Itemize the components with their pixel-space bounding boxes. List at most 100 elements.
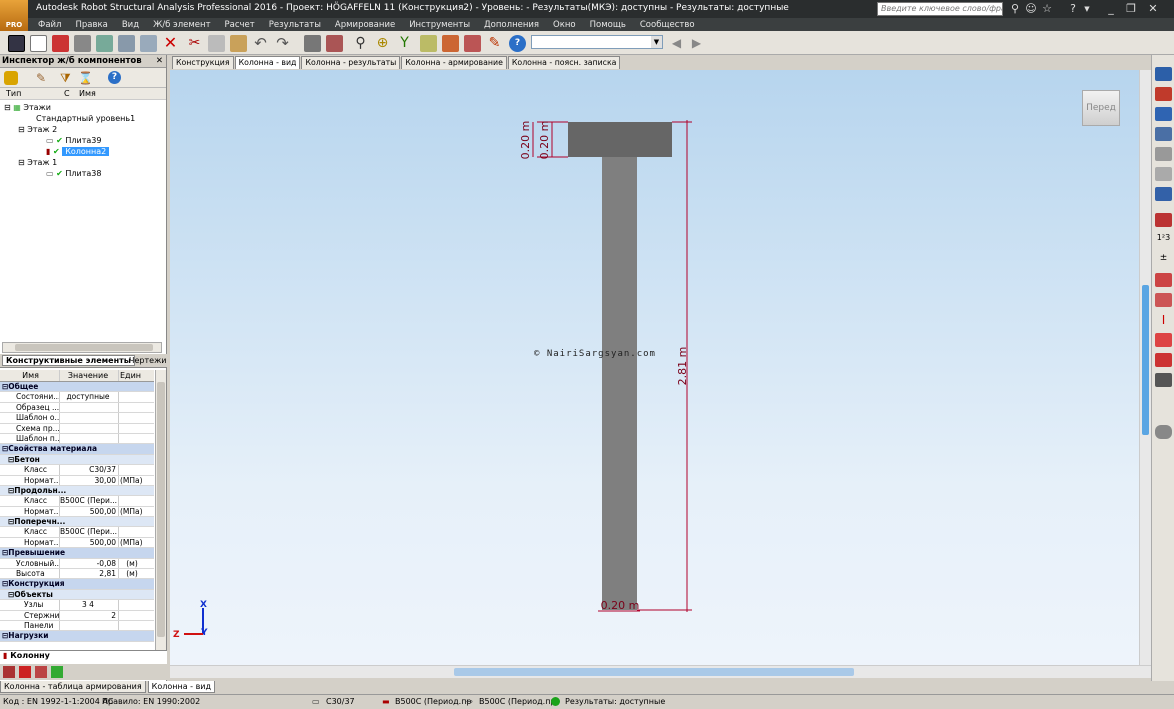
structure-model-icon[interactable] [8,35,25,52]
tab-drawings[interactable]: Чертежи [126,356,169,365]
col-name[interactable]: Имя [0,370,60,381]
filter-icon[interactable]: ⧩ [60,71,74,85]
edit-component-icon[interactable]: ✎ [36,71,50,85]
tab-structure[interactable]: Конструкция [172,56,234,69]
menu-window[interactable]: Окно [553,20,576,30]
rebar-icon[interactable] [1155,213,1172,227]
view-plane-icon[interactable] [1155,107,1172,121]
prop-concrete-norm[interactable]: Нормат... 30,00 (МПа) [0,475,154,486]
display-icon[interactable] [304,35,321,52]
tree-item-floor2[interactable]: ⊟ Этаж 2 [18,124,57,135]
prop-conditional[interactable]: Условный... -0,08 (м) [0,558,154,570]
tab-column-results[interactable]: Колонна - результаты [301,56,401,69]
tab-elements[interactable]: Конструктивные элементы [2,355,135,366]
prop-bars[interactable]: Стержни 2 [0,610,154,621]
load-icon[interactable] [1155,273,1172,287]
menu-reinforcement[interactable]: Армирование [335,20,395,30]
screen-capture-icon[interactable] [118,35,135,52]
col-name[interactable]: Имя [79,88,96,99]
subcategory-concrete[interactable]: ⊟ Бетон [0,454,154,466]
numbering-icon[interactable]: 1²3 [1155,233,1172,247]
wrench-icon[interactable]: ✎ [486,35,503,52]
hourglass-icon[interactable]: ⌛ [78,71,93,85]
category-general[interactable]: ⊟ Общее [0,382,154,393]
chevron-down-icon[interactable]: ▼ [651,36,662,48]
status-rebar2[interactable]: B500C (Период.пр [479,695,556,709]
tab-column-view-bottom[interactable]: Колонна - вид [147,681,216,693]
zoom-icon[interactable]: ⚲ [352,35,369,52]
help-icon[interactable]: ? [1066,2,1080,16]
chevron-down-icon[interactable]: ▼ [1080,2,1094,16]
menu-help[interactable]: Помощь [590,20,626,30]
view-elevation-icon[interactable] [1155,127,1172,141]
drawing-canvas[interactable]: 0.20 m 0.20 m 2.81 m 0.20 m © NairiSargs… [170,70,1139,665]
canvas-vscroll[interactable] [1139,70,1151,665]
new-file-icon[interactable] [30,35,47,52]
app-logo[interactable]: PRO [0,0,28,31]
category-elevation[interactable]: ⊟ Превышение [0,548,154,559]
tab-column-view[interactable]: Колонна - вид [234,56,301,69]
grid-icon[interactable] [1155,373,1172,387]
view-iso-icon[interactable] [1155,147,1172,161]
zoom-window-icon[interactable]: ⊕ [374,35,391,52]
view-persp-icon[interactable] [1155,187,1172,201]
pan-icon[interactable]: Y [396,35,413,52]
category-material[interactable]: ⊟ Свойства материала [0,444,154,455]
subcategory-longitudinal[interactable]: ⊟ Продольн... [0,485,154,497]
support-icon[interactable] [1155,333,1172,347]
tab-rebar-table[interactable]: Колонна - таблица армирования [0,681,146,693]
menu-file[interactable]: Файл [38,20,61,30]
view-cube[interactable]: Перед [1082,90,1120,126]
view-section-icon[interactable] [1155,87,1172,101]
report-icon[interactable] [19,666,31,678]
formula-icon[interactable]: ± [1155,253,1172,267]
status-rebar1[interactable]: B500C (Период.пр [395,695,472,709]
star-icon[interactable]: ☆ [1040,2,1054,16]
tree-item-slab38[interactable]: ▭ ✔ Плита38 [46,168,101,179]
print-preview-icon[interactable] [96,35,113,52]
canvas-hscroll[interactable] [170,665,1151,678]
prop-long-norm[interactable]: Нормат... 500,00 (МПа) [0,506,154,518]
props-bottom-tab[interactable]: ▮ Колонну [0,650,167,664]
print-icon[interactable] [74,35,91,52]
tree-item-floor1[interactable]: ⊟ Этаж 1 [18,157,57,168]
table-view-icon[interactable] [3,666,15,678]
view-3d-icon[interactable] [1155,67,1172,81]
redo-icon[interactable]: ↷ [274,35,291,52]
props-scrollbar[interactable] [155,370,166,650]
tab-column-note[interactable]: Колонна - поясн. записка [507,56,621,69]
prop-nodes[interactable]: Узлы 3 4 [0,600,154,611]
prop-trans-class[interactable]: Класс B500C (Пери... [0,527,154,538]
subcategory-objects[interactable]: ⊟ Объекты [0,589,154,601]
status-concrete[interactable]: C30/37 [326,695,355,709]
restore-icon[interactable]: ❐ [1124,2,1138,16]
paste-icon[interactable] [230,35,247,52]
prop-trans-norm[interactable]: Нормат... 500,00 (МПа) [0,537,154,549]
beam-icon[interactable] [1155,353,1172,367]
menu-edit[interactable]: Правка [75,20,107,30]
prop-concrete-class[interactable]: Класс C30/37 [0,465,154,476]
layout-icon[interactable] [51,666,63,678]
menu-community[interactable]: Сообщество [640,20,695,30]
col-value[interactable]: Значение [60,370,119,381]
menu-rc-element[interactable]: Ж/б элемент [153,20,210,30]
tree-item-column2[interactable]: ▮ ✔ Колонна2 [46,146,162,157]
section-icon[interactable] [35,666,47,678]
add-component-icon[interactable] [4,71,18,85]
subcategory-transverse[interactable]: ⊟ Поперечн... [0,517,154,528]
prop-height[interactable]: Высота 2,81 (м) [0,569,154,580]
eraser-icon[interactable] [1155,425,1172,439]
col-type[interactable]: Тип [0,88,64,99]
view-side-icon[interactable] [1155,167,1172,181]
prop-state[interactable]: Состояни... доступные [0,392,154,403]
tree-item-floors[interactable]: ⊟ ▦ Этажи [4,102,51,113]
member-icon[interactable] [1155,293,1172,307]
category-loads[interactable]: ⊟ Нагрузки [0,631,154,642]
minimize-icon[interactable]: _ [1104,2,1118,16]
close-icon[interactable]: ✕ [1146,2,1160,16]
save-icon[interactable] [52,35,69,52]
close-icon[interactable]: ✕ [156,55,163,68]
user-icon[interactable]: ☺ [1024,2,1038,16]
prop-panels[interactable]: Панели [0,620,154,632]
layers-icon[interactable] [420,35,437,52]
